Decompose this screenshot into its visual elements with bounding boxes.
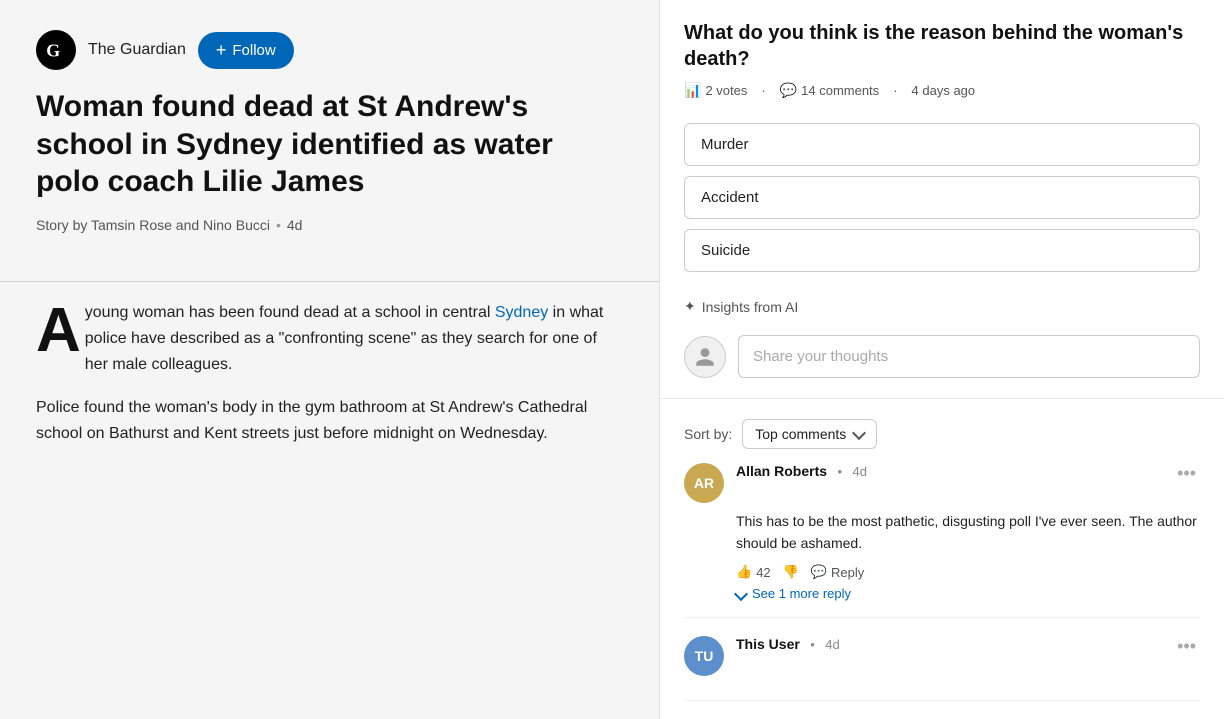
chevron-down-icon: [852, 425, 866, 439]
insights-row: ✦ Insights from AI: [660, 290, 1224, 327]
comment-icon: 💬: [780, 82, 797, 99]
like-button[interactable]: 👍 42: [736, 564, 771, 580]
sort-label: Sort by:: [684, 426, 732, 442]
see-more-label: See 1 more reply: [752, 586, 851, 601]
comment-author-2: This User: [736, 636, 800, 652]
comment-meta: Allan Roberts • 4d: [736, 463, 1161, 481]
comment-text: This has to be the most pathetic, disgus…: [684, 511, 1200, 554]
article-paragraph-1: Ayoung woman has been found dead at a sc…: [36, 300, 623, 379]
chevron-down-icon: [734, 587, 748, 601]
poll-options: Murder Accident Suicide: [660, 123, 1224, 272]
article-top-bar: G The Guardian + Follow Woman found dead…: [0, 0, 659, 263]
publisher-row: G The Guardian + Follow: [36, 30, 623, 70]
thumbs-down-icon: 👎: [783, 564, 799, 580]
comment-time: •: [837, 464, 842, 479]
comment-avatar-tu: TU: [684, 636, 724, 676]
poll-header: What do you think is the reason behind t…: [660, 0, 1224, 123]
poll-comments: 💬 14 comments: [780, 82, 879, 99]
article-paragraph-2: Police found the woman's body in the gym…: [36, 395, 623, 448]
comment-section: AR Allan Roberts • 4d ••• This has to be…: [660, 463, 1224, 701]
poll-option-suicide[interactable]: Suicide: [684, 229, 1200, 272]
comment-avatar-ar: AR: [684, 463, 724, 503]
meta-dot: •: [276, 217, 281, 233]
plus-icon: +: [216, 40, 227, 61]
poll-stats: 📊 2 votes · 💬 14 comments · 4 days ago: [684, 82, 1200, 99]
body-p1-rest: young woman has been found dead at a sch…: [85, 304, 491, 321]
follow-label: Follow: [232, 42, 275, 59]
like-count: 42: [756, 565, 770, 580]
poll-option-murder[interactable]: Murder: [684, 123, 1200, 166]
article-title: Woman found dead at St Andrew's school i…: [36, 88, 623, 201]
publisher-logo: G: [36, 30, 76, 70]
poll-time: 4 days ago: [912, 83, 976, 98]
follow-button[interactable]: + Follow: [198, 32, 294, 69]
poll-option-accident[interactable]: Accident: [684, 176, 1200, 219]
comment-more-button[interactable]: •••: [1173, 463, 1200, 484]
comment-header: AR Allan Roberts • 4d •••: [684, 463, 1200, 503]
reply-chat-icon: 💬: [811, 564, 827, 580]
poll-time-separator: ·: [893, 83, 897, 98]
reply-label: Reply: [831, 565, 864, 580]
comment-item: AR Allan Roberts • 4d ••• This has to be…: [684, 463, 1200, 618]
comment-time-value: 4d: [852, 464, 866, 479]
poll-separator: ·: [761, 83, 765, 98]
article-divider: [0, 281, 659, 282]
comment-actions: 👍 42 👎 💬 Reply: [684, 564, 1200, 580]
comment-header-2: TU This User • 4d •••: [684, 636, 1200, 676]
user-icon: [694, 346, 716, 368]
user-avatar: [684, 336, 726, 378]
ai-sparkle-icon: ✦: [684, 298, 696, 315]
sort-dropdown[interactable]: Top comments: [742, 419, 877, 449]
sydney-link[interactable]: Sydney: [495, 304, 548, 321]
svg-text:G: G: [46, 41, 60, 61]
sort-value: Top comments: [755, 426, 846, 442]
see-more-reply-button[interactable]: See 1 more reply: [684, 586, 851, 601]
article-byline: Story by Tamsin Rose and Nino Bucci: [36, 217, 270, 233]
article-meta: Story by Tamsin Rose and Nino Bucci • 4d: [36, 217, 623, 233]
sort-row: Sort by: Top comments: [660, 411, 1224, 463]
guardian-icon: G: [43, 37, 69, 63]
share-thoughts-row: Share your thoughts: [660, 327, 1224, 398]
reply-button[interactable]: 💬 Reply: [811, 564, 864, 580]
poll-question: What do you think is the reason behind t…: [684, 20, 1200, 72]
insights-label: Insights from AI: [702, 299, 798, 315]
comments-divider: [660, 398, 1224, 399]
poll-votes: 📊 2 votes: [684, 82, 747, 99]
dislike-button[interactable]: 👎: [783, 564, 799, 580]
share-thoughts-input[interactable]: Share your thoughts: [738, 335, 1200, 378]
comment-author: Allan Roberts: [736, 463, 827, 479]
thumbs-up-icon: 👍: [736, 564, 752, 580]
votes-icon: 📊: [684, 82, 701, 99]
drop-cap: A: [36, 308, 81, 355]
comment-item-2: TU This User • 4d •••: [684, 636, 1200, 701]
right-panel: What do you think is the reason behind t…: [660, 0, 1224, 719]
comment-meta-2: This User • 4d: [736, 636, 1161, 654]
article-time: 4d: [287, 217, 303, 233]
publisher-name: The Guardian: [88, 41, 186, 59]
left-panel: G The Guardian + Follow Woman found dead…: [0, 0, 660, 719]
article-body: Ayoung woman has been found dead at a sc…: [0, 300, 659, 494]
